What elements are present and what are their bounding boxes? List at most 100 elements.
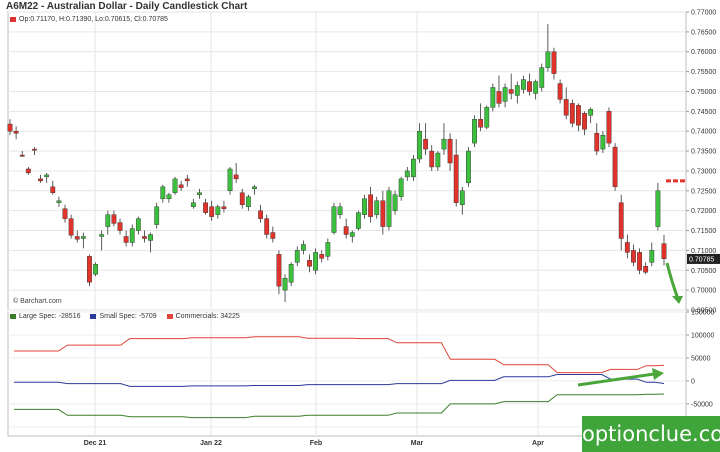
candle-body <box>197 192 202 195</box>
price-tick-label: 0.71000 <box>691 248 716 255</box>
candle-body <box>50 186 56 193</box>
price-tick-label: 0.70000 <box>691 288 716 295</box>
candle-body <box>38 178 43 182</box>
ohlc-readout: Op:0.71170, H:0.71390, Lo:0.70615, Cl:0.… <box>10 16 168 23</box>
cot-legend: Large Spec: -28516 Small Spec: -5709 Com… <box>10 313 240 320</box>
candle-body <box>600 134 606 150</box>
candle-body <box>368 194 374 217</box>
candle-body <box>148 234 153 241</box>
candle-body <box>325 242 331 257</box>
candle-body <box>93 264 98 275</box>
commercials-swatch <box>166 313 173 319</box>
candle-body <box>343 226 349 235</box>
candle-body <box>276 254 282 287</box>
candle-body <box>472 119 477 144</box>
price-tick-label: 0.71500 <box>691 228 716 235</box>
candle-body <box>466 150 471 184</box>
x-tick-label: Mar <box>411 440 424 447</box>
candle-body <box>337 206 343 215</box>
source-credit: © Barchart.com <box>13 298 62 305</box>
candle-body <box>624 242 630 253</box>
candle-body <box>123 236 129 243</box>
price-tick-label: 0.76000 <box>691 49 716 56</box>
price-panel-frame <box>7 11 687 311</box>
candle-body <box>618 202 624 239</box>
candle-body <box>294 250 300 263</box>
candle-body <box>398 178 404 197</box>
candle-body <box>429 150 435 168</box>
candle-body <box>411 158 416 178</box>
chart-title: A6M22 - Australian Dollar - Daily Candle… <box>6 1 248 12</box>
candle-body <box>374 200 380 215</box>
candle-body <box>539 67 545 88</box>
candle-body <box>7 123 13 132</box>
candle-body <box>380 200 386 227</box>
candle-body <box>661 243 667 259</box>
candle-body <box>313 252 319 271</box>
small-spec-label: Small Spec: -5709 <box>99 313 157 320</box>
candle-body <box>80 236 86 239</box>
candle-body <box>551 51 557 74</box>
candle-body <box>32 148 37 151</box>
candle-body <box>300 244 306 251</box>
candle-body <box>215 206 221 215</box>
price-tick-label: 0.75500 <box>691 69 716 76</box>
candle-body <box>435 152 441 168</box>
candle-body <box>203 202 208 213</box>
price-tick-label: 0.75000 <box>691 89 716 96</box>
cot-tick-label: 100000 <box>691 332 714 339</box>
price-tick-label: 0.72000 <box>691 208 716 215</box>
candle-body <box>478 119 484 128</box>
candle-body <box>25 168 31 174</box>
candle-body <box>44 174 50 178</box>
candle-body <box>649 250 655 263</box>
candle-body <box>190 202 196 207</box>
x-tick-label: Feb <box>310 440 322 447</box>
candle-body <box>508 89 514 94</box>
candle-body <box>172 178 178 193</box>
candle-body <box>13 130 19 134</box>
price-tick-label: 0.77000 <box>691 10 716 17</box>
candle-body <box>239 192 245 205</box>
candle-body <box>557 83 563 100</box>
cot-series-line <box>14 393 665 419</box>
x-tick-label: Jan 22 <box>200 440 222 447</box>
down-arrow-annotation <box>665 262 680 300</box>
price-tick-label: 0.74500 <box>691 109 716 116</box>
candle-body <box>111 214 117 224</box>
candle-body <box>521 79 526 90</box>
candle-body <box>643 266 649 273</box>
candle-body <box>258 210 263 219</box>
candle-body <box>227 168 233 192</box>
candle-body <box>56 200 62 203</box>
candle-body <box>533 81 539 94</box>
last-price-label: 0.70785 <box>689 256 714 263</box>
candle-body <box>386 190 392 227</box>
down-arrowhead <box>672 296 683 304</box>
x-tick-label: Apr <box>532 440 544 447</box>
x-tick-label: Dec 21 <box>84 440 107 447</box>
candle-body <box>349 232 355 237</box>
candle-body <box>288 264 294 283</box>
candle-body <box>490 87 496 108</box>
price-tick-label: 0.76500 <box>691 29 716 36</box>
cot-tick-label: 50000 <box>691 355 711 362</box>
candle-body <box>221 206 227 209</box>
candle-body <box>484 107 490 128</box>
candle-body <box>392 194 398 211</box>
candle-body <box>166 194 172 199</box>
large-spec-label: Large Spec: -28516 <box>19 313 81 320</box>
ohlc-label: Op:0.71170, H:0.71390, Lo:0.70615, Cl:0.… <box>19 16 168 23</box>
up-arrow-annotation <box>577 372 655 387</box>
chart-svg: 0.77000 0.76500 0.76000 0.75500 0.75000 0.745… <box>7 10 720 447</box>
candle-body <box>129 228 135 243</box>
candle-body <box>576 105 581 126</box>
candle-body <box>307 260 312 267</box>
candle-body <box>606 111 612 144</box>
candle-body <box>282 278 288 291</box>
large-spec-swatch <box>10 313 16 319</box>
candle-body <box>154 206 160 225</box>
candle-body <box>362 198 367 215</box>
brand-logo[interactable]: optionclue.com <box>582 416 720 452</box>
candle-body <box>441 138 447 150</box>
